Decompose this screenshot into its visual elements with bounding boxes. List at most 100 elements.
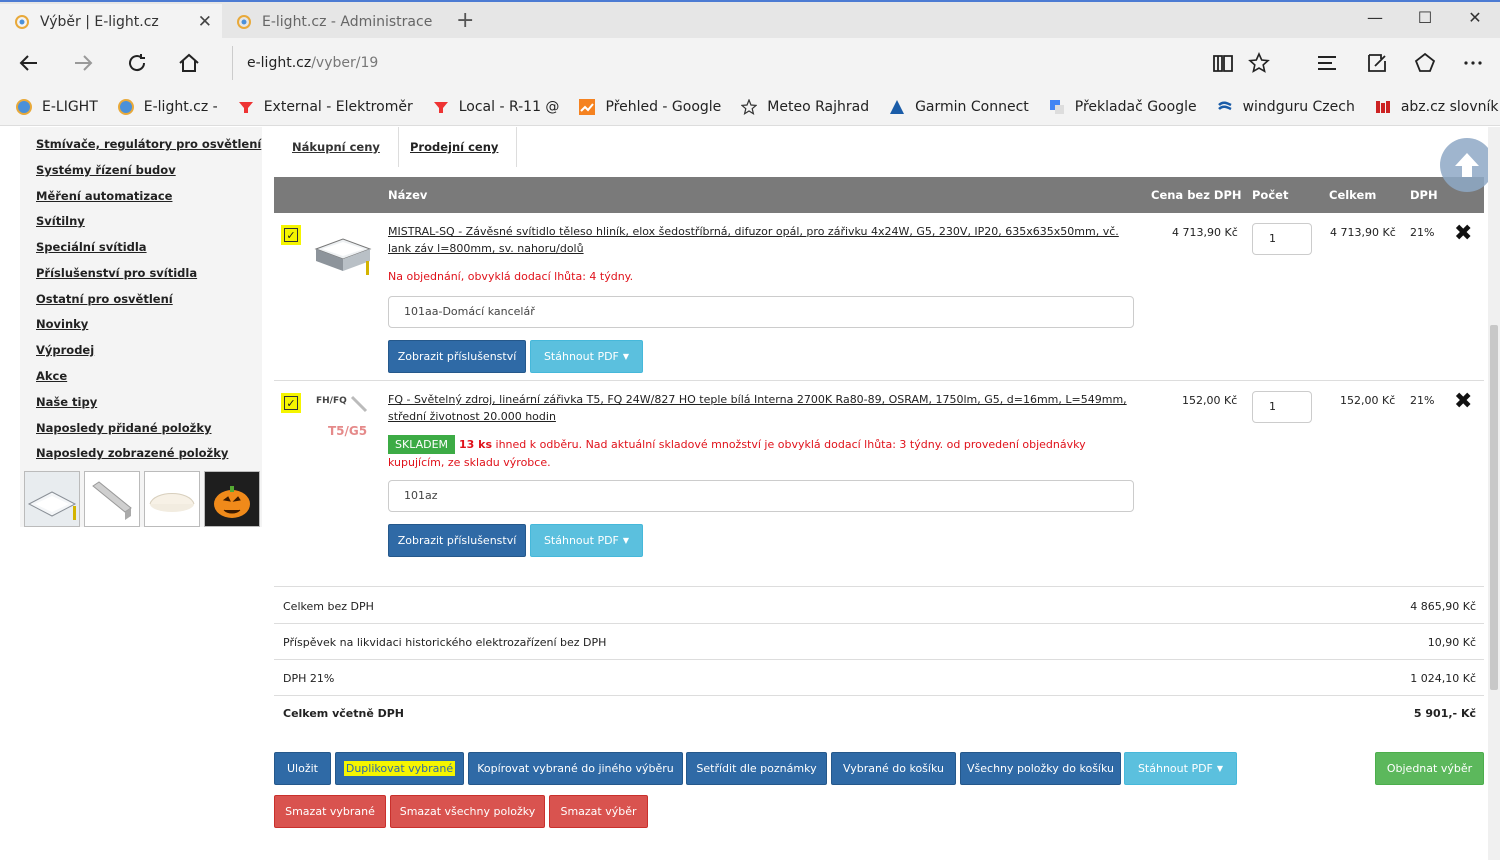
- funnel-icon: [238, 99, 254, 115]
- favorite-abz[interactable]: abz.cz slovník cizích: [1375, 99, 1500, 115]
- product-image[interactable]: FH/FQ T5/G5: [314, 389, 374, 451]
- category-link[interactable]: Speciální svítidla: [36, 240, 147, 254]
- back-icon[interactable]: [14, 48, 44, 78]
- new-tab-icon[interactable]: +: [456, 8, 474, 33]
- url-path: /vyber/19: [311, 55, 379, 71]
- favorite-garmin[interactable]: Garmin Connect: [889, 99, 1029, 115]
- favorite-label: Meteo Rajhrad: [767, 98, 870, 115]
- favorite-meteo[interactable]: Meteo Rajhrad: [740, 97, 870, 115]
- duplicate-selected-button[interactable]: Duplikovat vybrané: [335, 752, 464, 785]
- table-row: ✓ MISTRAL-SQ - Závěsné svítidlo těleso h…: [274, 213, 1484, 381]
- favorite-translate[interactable]: Překladač Google: [1049, 99, 1197, 115]
- item-note-input[interactable]: 101aa-Domácí kancelář: [388, 296, 1134, 328]
- sort-by-note-button[interactable]: Setřídit dle poznámky: [686, 752, 827, 785]
- category-link[interactable]: Svítilny: [36, 214, 85, 228]
- quantity-input[interactable]: 1: [1252, 223, 1312, 255]
- favorite-label: Překladač Google: [1074, 98, 1197, 115]
- translate-icon: [1049, 99, 1065, 115]
- web-note-icon[interactable]: [1362, 48, 1392, 78]
- summary-label: Celkem bez DPH: [283, 600, 374, 613]
- remove-item-icon[interactable]: ✖: [1454, 221, 1472, 246]
- category-link[interactable]: Stmívače, regulátory pro osvětlení: [36, 137, 261, 151]
- favorite-star-icon[interactable]: [1244, 48, 1274, 78]
- recent-product-thumbnail[interactable]: [144, 471, 200, 527]
- favorite-e-light[interactable]: E-LIGHT: [16, 98, 98, 115]
- tab-purchase-prices[interactable]: Nákupní ceny: [274, 127, 399, 167]
- show-accessories-button[interactable]: Zobrazit příslušenství: [388, 340, 526, 373]
- download-pdf-label: Stáhnout PDF: [543, 534, 619, 547]
- product-name-link[interactable]: FQ - Světelný zdroj, lineární zářivka T5…: [388, 391, 1136, 425]
- favorite-windguru[interactable]: windguru Czech: [1217, 99, 1355, 115]
- category-link[interactable]: Výprodej: [36, 343, 94, 357]
- image-text-top: FH/FQ: [316, 396, 347, 406]
- quantity-input[interactable]: 1: [1252, 391, 1312, 423]
- summary-value: 5 901,- Kč: [1413, 707, 1476, 720]
- download-pdf-all-dropdown[interactable]: Stáhnout PDF ▼: [1124, 752, 1237, 785]
- item-note-input[interactable]: 101az: [388, 480, 1134, 512]
- maximize-icon[interactable]: ☐: [1410, 8, 1440, 27]
- unit-price: 152,00 Kč: [1182, 394, 1238, 407]
- order-selection-button[interactable]: Objednat výběr: [1375, 752, 1484, 785]
- stock-badge: SKLADEM: [388, 435, 456, 454]
- all-to-cart-button[interactable]: Všechny položky do košíku: [960, 752, 1121, 785]
- share-icon[interactable]: [1410, 48, 1440, 78]
- category-link[interactable]: Naše tipy: [36, 395, 97, 409]
- reading-view-icon[interactable]: [1208, 48, 1238, 78]
- category-link[interactable]: Akce: [36, 369, 67, 383]
- header-name: Název: [388, 188, 428, 202]
- more-icon[interactable]: [1458, 48, 1488, 78]
- abz-icon: [1375, 99, 1391, 115]
- unit-price: 4 713,90 Kč: [1172, 226, 1238, 239]
- category-link[interactable]: Příslušenství pro svítidla: [36, 266, 197, 280]
- scrollbar[interactable]: [1488, 127, 1500, 860]
- stock-count: 13 ks: [459, 438, 493, 451]
- selected-to-cart-button[interactable]: Vybrané do košíku: [831, 752, 956, 785]
- category-link[interactable]: Ostatní pro osvětlení: [36, 292, 173, 306]
- item-checkbox[interactable]: ✓: [281, 225, 301, 245]
- recent-product-thumbnail[interactable]: [24, 471, 80, 527]
- favorite-e-light-cz[interactable]: E-light.cz -: [117, 98, 218, 115]
- image-text-bottom: T5/G5: [328, 424, 367, 438]
- download-pdf-dropdown[interactable]: Stáhnout PDF ▼: [530, 340, 643, 373]
- category-link[interactable]: Systémy řízení budov: [36, 163, 176, 177]
- forward-icon[interactable]: [68, 48, 98, 78]
- item-checkbox[interactable]: ✓: [281, 393, 301, 413]
- summary-row: Příspěvek na likvidaci historického elek…: [274, 624, 1484, 660]
- save-button[interactable]: Uložit: [274, 752, 331, 785]
- refresh-icon[interactable]: [122, 48, 152, 78]
- selection-main: Nákupní ceny Prodejní ceny Název Cena be…: [274, 127, 1484, 860]
- product-name-link[interactable]: MISTRAL-SQ - Závěsné svítidlo těleso hli…: [388, 223, 1136, 257]
- hub-icon[interactable]: [1312, 48, 1342, 78]
- browser-tab[interactable]: E-light.cz - Administrace: [224, 4, 446, 40]
- show-accessories-button[interactable]: Zobrazit příslušenství: [388, 524, 526, 557]
- star-icon: [740, 97, 758, 115]
- product-image[interactable]: [314, 221, 372, 279]
- favorite-local[interactable]: Local - R-11 @: [433, 99, 559, 115]
- delete-all-items-button[interactable]: Smazat všechny položky: [390, 795, 545, 828]
- close-window-icon[interactable]: ✕: [1460, 8, 1490, 27]
- browser-tab-active[interactable]: Výběr | E-light.cz ✕: [0, 4, 222, 40]
- recent-product-thumbnail[interactable]: [84, 471, 140, 527]
- category-link[interactable]: Měření automatizace: [36, 189, 172, 203]
- minimize-icon[interactable]: —: [1360, 8, 1390, 27]
- scroll-to-top-icon[interactable]: [1440, 138, 1494, 192]
- category-link[interactable]: Novinky: [36, 317, 88, 331]
- category-link[interactable]: Naposledy přidané položky: [36, 421, 211, 435]
- copy-selected-button[interactable]: Kopírovat vybrané do jiného výběru: [468, 752, 683, 785]
- browser-tab-bar: Výběr | E-light.cz ✕ E-light.cz - Admini…: [0, 0, 1500, 40]
- category-link[interactable]: Naposledy zobrazené položky: [36, 446, 228, 460]
- tab-sale-prices[interactable]: Prodejní ceny: [392, 127, 518, 167]
- delete-selected-button[interactable]: Smazat vybrané: [274, 795, 386, 828]
- summary-row: DPH 21% 1 024,10 Kč: [274, 660, 1484, 696]
- vat-rate: 21%: [1410, 226, 1435, 239]
- close-tab-icon[interactable]: ✕: [198, 12, 212, 32]
- download-pdf-dropdown[interactable]: Stáhnout PDF ▼: [530, 524, 643, 557]
- recent-product-thumbnail[interactable]: [204, 471, 260, 527]
- delete-selection-button[interactable]: Smazat výběr: [549, 795, 648, 828]
- favorite-external[interactable]: External - Elektroměr: [238, 99, 413, 115]
- home-icon[interactable]: [174, 48, 204, 78]
- caret-down-icon: ▼: [1216, 764, 1224, 773]
- remove-item-icon[interactable]: ✖: [1454, 389, 1472, 414]
- scrollbar-thumb[interactable]: [1490, 325, 1498, 690]
- favorite-prehled-google[interactable]: Přehled - Google: [579, 98, 721, 115]
